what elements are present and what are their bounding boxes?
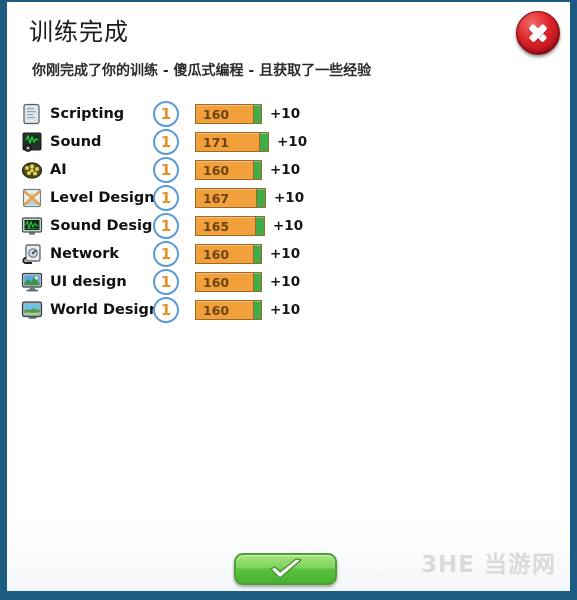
skill-level-badge: 1 [153,269,179,295]
xp-progress-bar: 160 [195,104,262,124]
skill-name: World Design [50,302,160,318]
skill-row: AI 1 160 +10 [7,156,570,184]
xp-gain-segment [253,245,261,263]
level-design-icon [20,186,45,211]
xp-progress-bar: 167 [195,188,266,208]
skill-name: UI design [50,274,127,290]
xp-gain-label: +10 [270,106,301,122]
skill-row: Level Design 1 167 +10 [7,184,570,212]
dialog-body: 训练完成 你刚完成了你的训练 - 傻瓜式编程 - 且获取了一些经验 Script… [7,2,570,591]
skill-row: World Design 1 160 +10 [7,296,570,324]
close-icon[interactable] [516,11,560,55]
ui-design-icon [20,270,45,295]
xp-gain-segment [255,217,264,235]
skill-level-badge: 1 [153,297,179,323]
skill-row: UI design 1 160 +10 [7,268,570,296]
xp-gain-label: +10 [270,274,301,290]
xp-gain-segment [253,105,261,123]
xp-gain-segment [256,189,265,207]
skill-name: Scripting [50,106,125,122]
xp-value: 171 [203,134,230,150]
page-title: 训练完成 [29,18,129,46]
xp-progress-bar: 171 [195,132,269,152]
xp-value: 165 [203,218,230,234]
skill-name: Sound [50,134,102,150]
world-design-icon [20,298,45,323]
skill-level-badge: 1 [153,213,179,239]
scripting-icon [20,102,45,127]
ai-icon [20,158,45,183]
skill-row: Sound Design 1 165 +10 [7,212,570,240]
skill-level-badge: 1 [153,101,179,127]
checkmark-icon [269,558,302,579]
xp-value: 160 [203,106,230,122]
xp-gain-segment [253,273,261,291]
skill-level-badge: 1 [153,241,179,267]
skill-name: AI [50,162,67,178]
xp-gain-label: +10 [274,190,305,206]
xp-progress-bar: 160 [195,300,262,320]
xp-gain-label: +10 [277,134,308,150]
sound-design-icon [20,214,45,239]
xp-progress-bar: 160 [195,244,262,264]
xp-progress-bar: 160 [195,272,262,292]
skill-level-badge: 1 [153,185,179,211]
skill-list: Scripting 1 160 +10 Sound 1 171 +10 AI 1 160 +10 … [7,100,570,324]
xp-progress-bar: 160 [195,160,262,180]
xp-value: 160 [203,274,230,290]
confirm-button[interactable] [234,553,337,585]
network-icon [20,242,45,267]
skill-name: Sound Design [50,218,163,234]
xp-gain-label: +10 [270,162,301,178]
skill-level-badge: 1 [153,157,179,183]
training-complete-dialog: 训练完成 你刚完成了你的训练 - 傻瓜式编程 - 且获取了一些经验 Script… [0,0,577,600]
xp-value: 167 [203,190,230,206]
xp-value: 160 [203,162,230,178]
xp-value: 160 [203,302,230,318]
skill-row: Scripting 1 160 +10 [7,100,570,128]
skill-row: Sound 1 171 +10 [7,128,570,156]
sound-icon [20,130,45,155]
xp-progress-bar: 165 [195,216,265,236]
xp-gain-label: +10 [273,218,304,234]
xp-gain-label: +10 [270,302,301,318]
xp-gain-label: +10 [270,246,301,262]
skill-row: Network 1 160 +10 [7,240,570,268]
dialog-subtitle: 你刚完成了你的训练 - 傻瓜式编程 - 且获取了一些经验 [32,63,372,79]
xp-gain-segment [253,161,261,179]
xp-gain-segment [259,133,268,151]
skill-name: Network [50,246,120,262]
skill-level-badge: 1 [153,129,179,155]
site-watermark: 3HE 当游网 [421,552,556,578]
xp-gain-segment [253,301,261,319]
xp-value: 160 [203,246,230,262]
skill-name: Level Design [50,190,155,206]
